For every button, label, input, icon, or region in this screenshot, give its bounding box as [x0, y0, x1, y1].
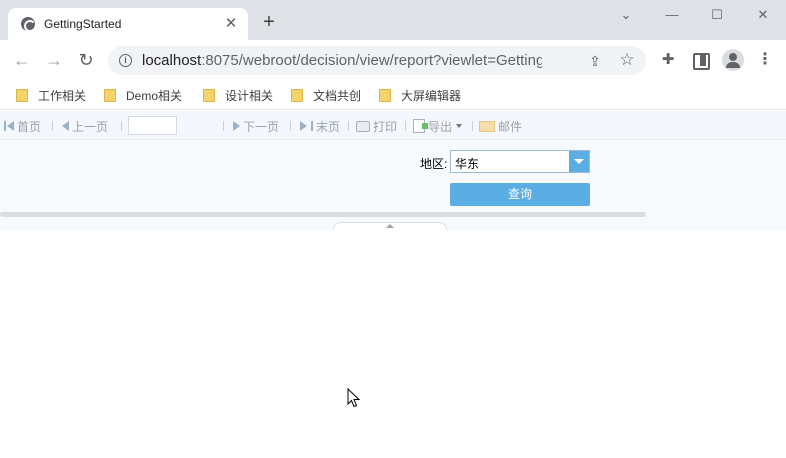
prev-page-button[interactable]: 上一页: [62, 119, 109, 134]
tab-close-icon[interactable]: ✕: [222, 15, 240, 33]
bookmark-folder[interactable]: 工作相关: [16, 86, 86, 104]
bookmark-folder[interactable]: 设计相关: [203, 86, 273, 104]
bookmarks-bar: 工作相关 Demo相关 设计相关 文档共创 大屏编辑器: [0, 80, 786, 110]
tab-gettingstarted[interactable]: GettingStarted ✕: [8, 8, 248, 40]
email-label: 邮件: [498, 119, 523, 134]
toolbar-divider: [121, 121, 122, 131]
globe-icon: [21, 17, 36, 32]
chevron-down-icon: [456, 124, 463, 128]
more-menu-icon[interactable]: ⋮: [755, 50, 775, 70]
url-path: :8075/webroot/decision/view/report?viewl…: [201, 52, 542, 69]
region-select[interactable]: 华东: [450, 150, 590, 173]
reload-button[interactable]: ↻: [74, 48, 98, 72]
profile-avatar-icon[interactable]: [722, 49, 744, 71]
bookmark-label: 文档共创: [313, 88, 362, 103]
bookmark-folder[interactable]: 大屏编辑器: [379, 86, 461, 104]
maximize-button[interactable]: ☐: [695, 4, 739, 28]
bookmark-label: 设计相关: [225, 88, 274, 103]
parameter-panel: 地区: 华东 查询: [0, 140, 786, 230]
toolbar-divider: [290, 121, 291, 131]
query-button[interactable]: 查询: [450, 183, 590, 206]
first-page-icon: [4, 121, 6, 131]
folder-icon: [16, 88, 28, 102]
toolbar-divider: [223, 121, 224, 131]
printer-icon: [356, 120, 370, 132]
browser-toolbar: ← → ↻ i localhost:8075/webroot/decision/…: [0, 40, 786, 80]
last-page-icon: [311, 121, 313, 131]
bookmark-folder[interactable]: 文档共创: [291, 86, 361, 104]
region-value: 华东: [455, 157, 480, 171]
forward-button[interactable]: →: [42, 48, 66, 72]
print-label: 打印: [373, 119, 398, 134]
export-label: 导出: [428, 119, 453, 134]
tab-search-button[interactable]: ⌄: [604, 4, 648, 28]
bookmark-label: Demo相关: [126, 88, 183, 103]
next-page-button[interactable]: 下一页: [233, 119, 280, 134]
tab-strip: GettingStarted ✕ + ⌄ — ☐ ✕: [0, 0, 786, 40]
last-page-icon: [300, 121, 307, 131]
next-page-label: 下一页: [243, 119, 280, 134]
mouse-cursor-icon: [347, 388, 361, 408]
new-tab-button[interactable]: +: [258, 12, 280, 34]
url-text[interactable]: localhost:8075/webroot/decision/view/rep…: [142, 52, 542, 69]
browser-window: GettingStarted ✕ + ⌄ — ☐ ✕ ← → ↻ i local…: [0, 0, 786, 458]
print-button[interactable]: 打印: [356, 119, 398, 134]
toolbar-divider: [348, 121, 349, 131]
mail-icon: [479, 120, 495, 132]
horizontal-scrollbar[interactable]: [0, 212, 646, 217]
collapse-panel-handle[interactable]: [333, 222, 447, 230]
folder-icon: [291, 88, 303, 102]
toolbar-divider: [405, 121, 406, 131]
minimize-button[interactable]: —: [650, 4, 694, 28]
next-page-icon: [233, 121, 240, 131]
folder-icon: [379, 88, 391, 102]
first-page-icon: [7, 121, 14, 131]
region-label: 地区:: [420, 157, 448, 171]
bookmark-label: 大屏编辑器: [401, 88, 462, 103]
close-window-button[interactable]: ✕: [741, 4, 785, 28]
report-content: [0, 230, 786, 458]
tab-title: GettingStarted: [44, 17, 122, 31]
extensions-icon[interactable]: ✚: [658, 50, 678, 70]
bookmark-folder[interactable]: Demo相关: [104, 86, 182, 104]
prev-page-icon: [62, 121, 69, 131]
address-bar[interactable]: i localhost:8075/webroot/decision/view/r…: [108, 46, 646, 75]
bookmark-label: 工作相关: [38, 88, 87, 103]
last-page-button[interactable]: 末页: [300, 119, 341, 134]
first-page-button[interactable]: 首页: [4, 119, 42, 134]
bookmark-star-icon[interactable]: ☆: [618, 51, 636, 69]
first-page-label: 首页: [17, 119, 42, 134]
share-icon[interactable]: ⇪: [586, 52, 604, 70]
toolbar-divider: [52, 121, 53, 131]
report-toolbar: 首页 上一页 下一页 末页 打印 导出 邮件: [0, 111, 786, 140]
back-button[interactable]: ←: [10, 48, 34, 72]
folder-icon: [104, 88, 116, 102]
export-button[interactable]: 导出: [413, 119, 463, 134]
folder-icon: [203, 88, 215, 102]
prev-page-label: 上一页: [72, 119, 109, 134]
last-page-label: 末页: [316, 119, 341, 134]
page-number-input[interactable]: [128, 116, 177, 135]
chevron-down-icon[interactable]: [569, 151, 589, 172]
side-panel-icon[interactable]: [690, 50, 710, 70]
export-icon: [413, 119, 428, 133]
toolbar-divider: [472, 121, 473, 131]
url-host: localhost: [142, 52, 202, 69]
email-button[interactable]: 邮件: [479, 119, 523, 134]
info-icon[interactable]: i: [119, 54, 132, 67]
